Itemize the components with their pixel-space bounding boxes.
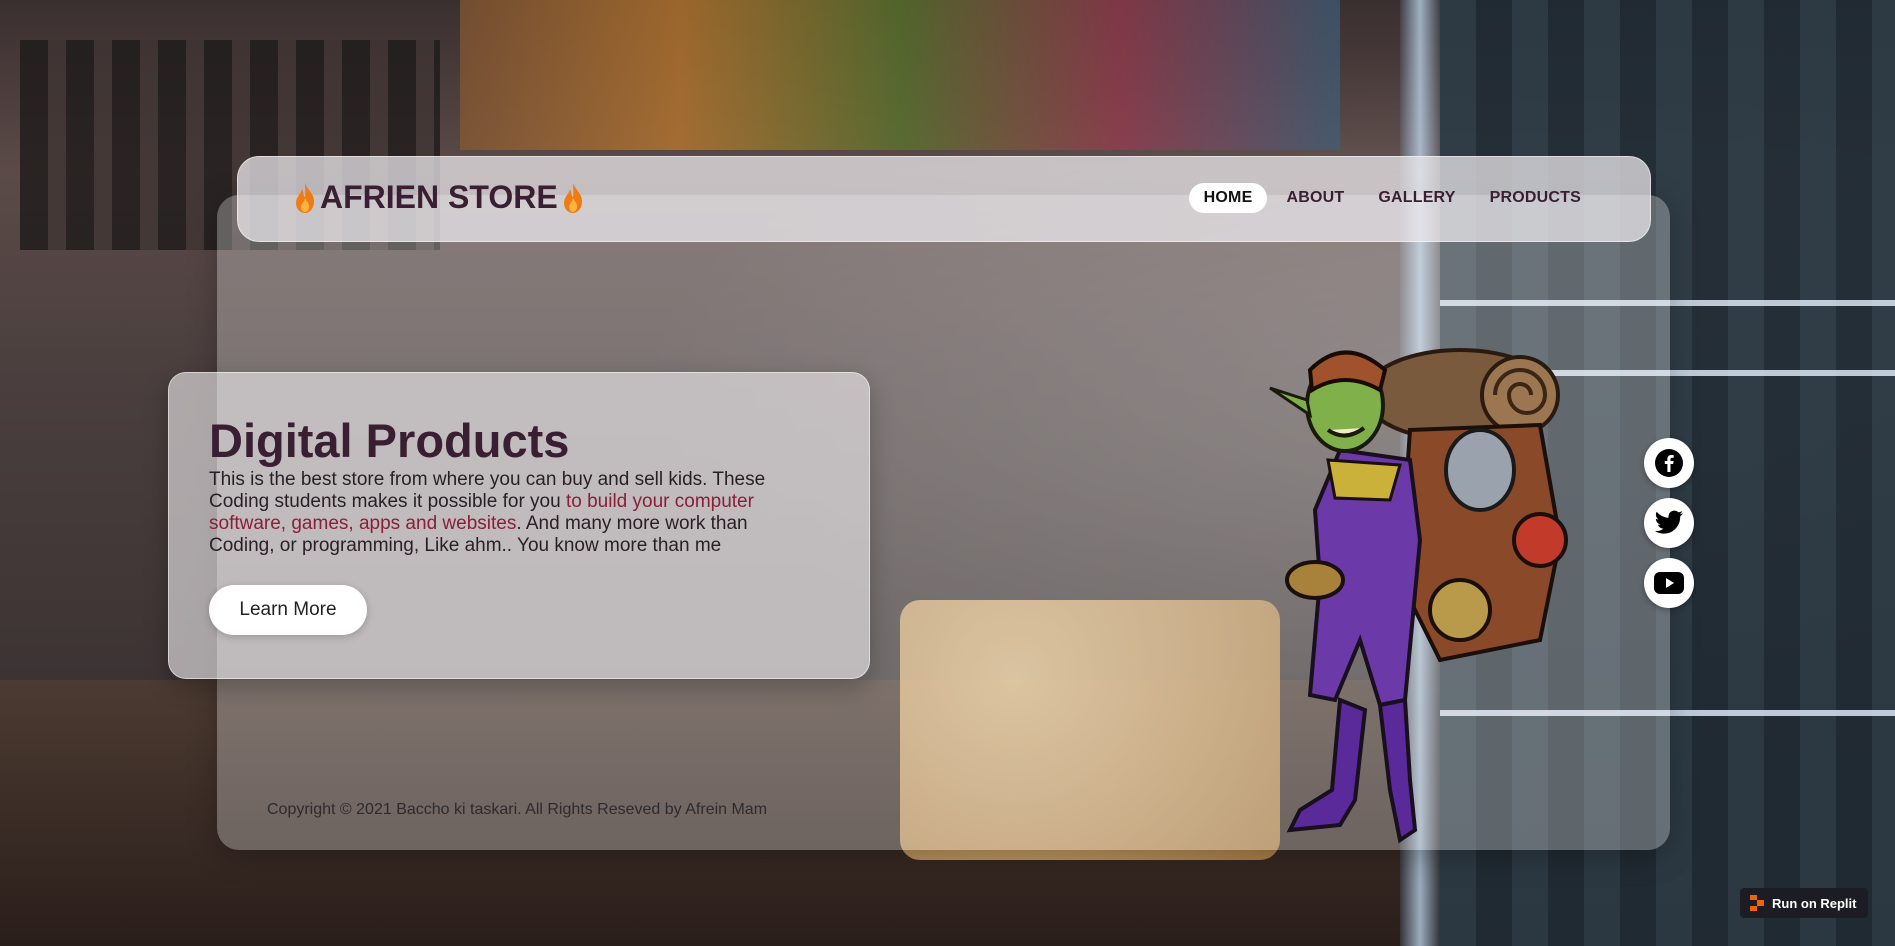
brand-name: AFRIEN STORE — [320, 179, 558, 215]
nav-menu: HOME ABOUT GALLERY PRODUCTS — [1188, 183, 1596, 213]
replit-icon — [1750, 895, 1764, 911]
nav-gallery[interactable]: GALLERY — [1363, 183, 1470, 213]
brand-logo[interactable]: AFRIEN STORE — [294, 179, 584, 216]
nav-products[interactable]: PRODUCTS — [1475, 183, 1596, 213]
nav-home[interactable]: HOME — [1188, 183, 1268, 213]
run-on-replit-button[interactable]: Run on Replit — [1740, 888, 1868, 918]
hero-card: Digital Products This is the best store … — [168, 372, 870, 679]
replit-label: Run on Replit — [1772, 895, 1857, 911]
hero-title: Digital Products — [209, 414, 570, 467]
flame-icon — [296, 182, 315, 213]
social-links — [1644, 438, 1694, 608]
facebook-icon[interactable] — [1644, 438, 1694, 488]
learn-more-button[interactable]: Learn More — [209, 585, 367, 635]
youtube-icon[interactable] — [1644, 558, 1694, 608]
twitter-icon[interactable] — [1644, 498, 1694, 548]
flame-icon — [563, 182, 582, 213]
copyright-text: Copyright © 2021 Baccho ki taskari. All … — [267, 801, 768, 818]
mask-salesman-character-image — [1269, 348, 1568, 844]
navbar: AFRIEN STORE HOME ABOUT GALLERY PRODUCTS — [237, 156, 1651, 242]
nav-about[interactable]: ABOUT — [1271, 183, 1359, 213]
hero-description: This is the best store from where you ca… — [209, 469, 799, 557]
